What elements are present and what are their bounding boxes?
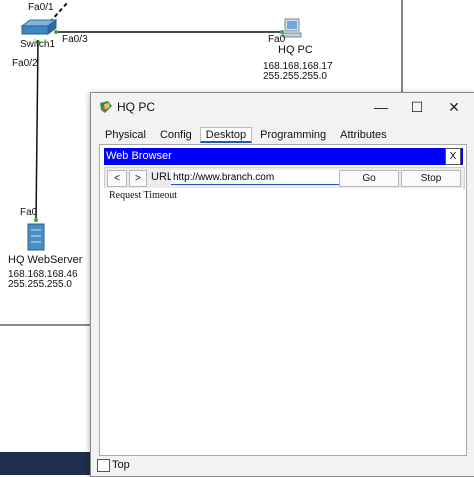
- switch-port-right: Fa0/3: [62, 34, 88, 45]
- close-button[interactable]: ✕: [439, 97, 469, 117]
- web-browser-close-button[interactable]: X: [445, 148, 461, 165]
- tab-bar: Physical Config Desktop Programming Attr…: [99, 127, 395, 143]
- server-name: HQ WebServer: [8, 254, 83, 266]
- switch-port-top: Fa0/1: [28, 2, 54, 13]
- server-port: Fa0: [20, 207, 38, 218]
- switch-port-down: Fa0/2: [12, 58, 38, 69]
- back-button[interactable]: <: [107, 170, 127, 187]
- tab-physical[interactable]: Physical: [99, 127, 152, 143]
- minimize-button[interactable]: —: [366, 97, 396, 117]
- taskbar-strip: [0, 452, 90, 475]
- pc-name: HQ PC: [278, 44, 313, 56]
- switch-name: Switch1: [20, 39, 56, 50]
- tab-programming[interactable]: Programming: [254, 127, 332, 143]
- web-browser-titlebar: Web Browser X: [104, 148, 463, 165]
- top-checkbox[interactable]: [97, 459, 110, 472]
- hq-pc-window: HQ PC — ☐ ✕ Physical Config Desktop Prog…: [90, 92, 474, 477]
- page-status-text: Request Timeout: [109, 190, 178, 201]
- desktop-content: Web Browser X < > URL Go Stop Request Ti…: [99, 144, 467, 456]
- web-browser-title: Web Browser: [106, 150, 172, 162]
- switch-icon[interactable]: [20, 19, 58, 35]
- server-icon[interactable]: [27, 223, 45, 251]
- packet-tracer-icon: [100, 101, 112, 113]
- tab-attributes[interactable]: Attributes: [334, 127, 392, 143]
- server-mask: 255.255.255.0: [8, 279, 72, 290]
- tab-config[interactable]: Config: [154, 127, 198, 143]
- url-label: URL: [151, 171, 174, 183]
- browser-nav-row: < > URL Go Stop: [104, 167, 465, 189]
- forward-button[interactable]: >: [129, 170, 147, 187]
- pc-icon[interactable]: [282, 18, 302, 38]
- window-title: HQ PC: [117, 100, 156, 114]
- stop-button[interactable]: Stop: [401, 170, 461, 187]
- top-checkbox-label: Top: [112, 459, 130, 471]
- tab-desktop[interactable]: Desktop: [199, 127, 253, 143]
- window-titlebar[interactable]: HQ PC — ☐ ✕: [91, 93, 474, 121]
- maximize-button[interactable]: ☐: [402, 97, 432, 117]
- port-dot: [54, 30, 58, 34]
- browser-page-body: Request Timeout: [104, 188, 463, 450]
- url-input[interactable]: [171, 170, 339, 185]
- go-button[interactable]: Go: [339, 170, 399, 187]
- pc-mask: 255.255.255.0: [263, 71, 327, 82]
- window-footer: Top: [91, 455, 474, 476]
